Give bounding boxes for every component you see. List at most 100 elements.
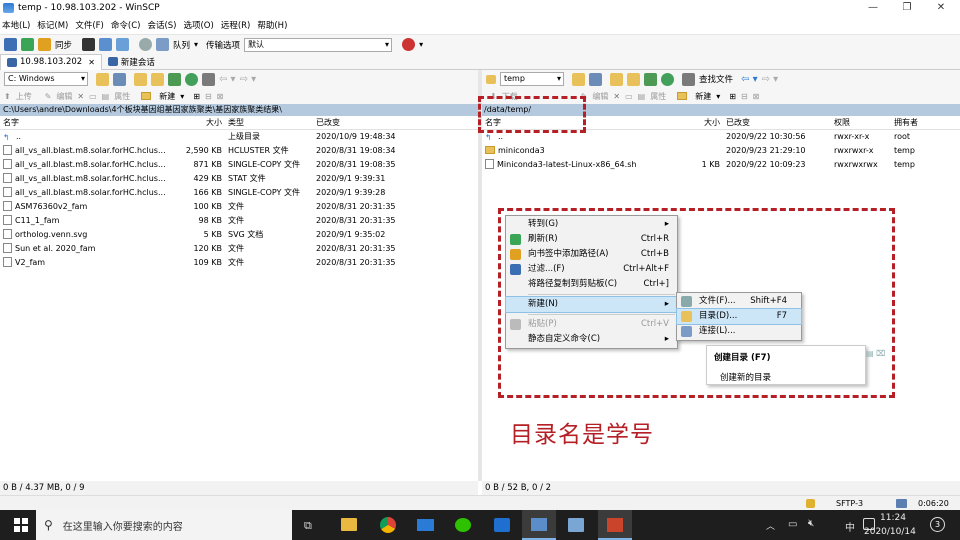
table-row[interactable]: miniconda3 2020/9/23 21:29:10 rwxrwxr-x tem… (482, 144, 960, 158)
winscp-taskbar-icon[interactable] (522, 510, 556, 540)
remote-col-size[interactable]: 大小 (694, 116, 720, 129)
ime-lang[interactable]: 中 (845, 519, 855, 534)
home-icon[interactable] (168, 72, 181, 86)
invert-icon[interactable]: ⊠ (217, 92, 224, 101)
remote-select-all-icon[interactable]: ⊞ (729, 92, 736, 101)
parent-dir-icon[interactable] (134, 72, 147, 86)
remote-root-dir-icon[interactable] (627, 72, 640, 86)
menu-local[interactable]: 本地(L) (2, 19, 30, 31)
remote-new-folder-icon[interactable] (677, 92, 688, 100)
menu-options[interactable]: 选项(O) (183, 19, 213, 31)
col-size[interactable]: 大小 (174, 116, 222, 129)
menu-help[interactable]: 帮助(H) (257, 19, 287, 31)
sync-button[interactable]: 同步 (55, 39, 72, 51)
remote-col-rights[interactable]: 权限 (834, 116, 894, 129)
root-dir-icon[interactable] (151, 72, 164, 86)
remote-forward-icon[interactable]: ⇨ ▾ (762, 74, 779, 85)
new-button[interactable]: 新建 (159, 91, 175, 102)
powerpoint-icon[interactable] (598, 510, 632, 540)
close-icon[interactable]: ✕ (924, 0, 958, 16)
remote-new-button[interactable]: 新建 (695, 91, 711, 102)
forward-icon[interactable]: ⇨ ▾ (240, 74, 257, 85)
transfer-settings-icon[interactable] (402, 38, 416, 51)
menu-session[interactable]: 会话(S) (147, 19, 176, 31)
queue-chevron-down-icon[interactable]: ▾ (194, 40, 198, 49)
mail-icon[interactable] (417, 519, 434, 531)
remote-refresh-icon[interactable] (661, 72, 674, 86)
table-row[interactable]: Sun et al. 2020_fam 120 KB 文件 2020/8/31 20:… (0, 242, 478, 256)
edit-button[interactable]: 编辑 (56, 91, 72, 102)
chrome-icon[interactable] (380, 517, 396, 533)
find-files-button[interactable]: 查找文件 (699, 73, 733, 85)
upload-icon[interactable]: ⬆ (4, 92, 11, 101)
remote-back-icon[interactable]: ⇦ ▾ (741, 74, 758, 85)
tab-close-icon[interactable]: ✕ (88, 58, 95, 67)
sync-icon[interactable] (38, 38, 51, 51)
col-type[interactable]: 类型 (222, 116, 316, 129)
remote-home-icon[interactable] (644, 72, 657, 86)
upload-button[interactable]: 上传 (16, 91, 32, 102)
notification-icon[interactable]: 3 (930, 517, 945, 532)
gear-icon[interactable] (139, 38, 153, 51)
tab-session[interactable]: 10.98.103.202 ✕ (0, 53, 102, 70)
sort-icon[interactable] (202, 72, 215, 86)
windows-start-icon[interactable] (14, 518, 28, 532)
props-icon[interactable]: ▤ (102, 92, 110, 101)
menu-file[interactable]: 文件(F) (75, 19, 104, 31)
table-row[interactable]: all_vs_all.blast.m8.solar.forHC.hclus...… (0, 158, 478, 172)
table-row[interactable]: all_vs_all.blast.m8.solar.forHC.hclus...… (0, 144, 478, 158)
wechat-icon[interactable] (455, 518, 471, 532)
remote-rename-icon[interactable]: ▭ (625, 92, 633, 101)
find-files-icon[interactable] (682, 72, 695, 86)
table-row[interactable]: all_vs_all.blast.m8.solar.forHC.hclus...… (0, 186, 478, 200)
table-row[interactable]: ortholog.venn.svg 5 KB SVG 文档 2020/9/1 9:35… (0, 228, 478, 242)
transfer-chevron-down-icon[interactable]: ▾ (419, 40, 423, 49)
remote-invert-icon[interactable]: ⊠ (753, 92, 760, 101)
remote-new-chevron-down-icon[interactable]: ▾ (716, 92, 720, 101)
explorer-icon[interactable] (341, 518, 357, 531)
volume-icon[interactable]: 🔇︎ (808, 518, 814, 529)
network-icon[interactable]: ▭ (788, 519, 797, 530)
folder-open-icon[interactable] (96, 72, 109, 86)
table-row[interactable]: C11_1_fam 98 KB 文件 2020/8/31 20:31:35 (0, 214, 478, 228)
refresh-icon[interactable] (185, 72, 198, 86)
queue-icon[interactable] (116, 38, 130, 51)
col-modified[interactable]: 已改变 (316, 116, 456, 129)
minimize-icon[interactable]: — (856, 0, 890, 16)
remote-folder-open-icon[interactable] (572, 72, 585, 86)
menu-mark[interactable]: 标记(M) (37, 19, 68, 31)
col-name[interactable]: 名字 (0, 116, 174, 129)
new-folder-icon[interactable] (141, 92, 152, 100)
local-path[interactable]: C:\Users\andre\Downloads\4个板块基因组基因家族聚类\基… (0, 104, 478, 116)
table-row[interactable]: Miniconda3-latest-Linux-x86_64.sh 1 KB 202… (482, 158, 960, 172)
remote-props-button[interactable]: 属性 (650, 91, 666, 102)
delete-icon[interactable]: ✕ (77, 92, 84, 101)
remote-filter-icon[interactable] (589, 72, 602, 86)
table-row[interactable]: V2_fam 109 KB 文件 2020/8/31 20:31:35 (0, 256, 478, 270)
props-button[interactable]: 属性 (114, 91, 130, 102)
clock-time[interactable]: 11:24 (880, 513, 906, 523)
maximize-icon[interactable]: ❐ (890, 0, 924, 16)
network-app-icon[interactable] (568, 518, 584, 532)
sync-browse-icon[interactable] (21, 38, 34, 51)
local-drive-select[interactable]: C: Windows (4, 72, 88, 86)
app-icon-blue[interactable] (494, 518, 510, 532)
table-row[interactable]: ↰.. 上级目录 2020/10/9 19:48:34 (0, 130, 478, 144)
edit-icon[interactable]: ✎ (45, 92, 52, 101)
remote-col-owner[interactable]: 拥有者 (894, 116, 944, 129)
task-view-icon[interactable]: ⧉ (304, 519, 312, 533)
remote-col-modified[interactable]: 已改变 (720, 116, 834, 129)
menu-remote[interactable]: 远程(R) (221, 19, 251, 31)
remote-edit-button[interactable]: 编辑 (592, 91, 608, 102)
new-session-tab[interactable]: 新建会话 (102, 54, 161, 70)
remote-dir-select[interactable]: temp (500, 72, 564, 86)
table-row[interactable]: all_vs_all.blast.m8.solar.forHC.hclus...… (0, 172, 478, 186)
select-all-icon[interactable]: ⊞ (193, 92, 200, 101)
rename-icon[interactable]: ▭ (89, 92, 97, 101)
remote-parent-dir-icon[interactable] (610, 72, 623, 86)
tray-chevron-up-icon[interactable]: ︿ (766, 519, 775, 532)
filter-icon[interactable] (113, 72, 126, 86)
putty-icon[interactable] (99, 38, 113, 51)
remote-unselect-icon[interactable]: ⊟ (741, 92, 748, 101)
transfer-select[interactable]: 默认 (244, 37, 393, 52)
